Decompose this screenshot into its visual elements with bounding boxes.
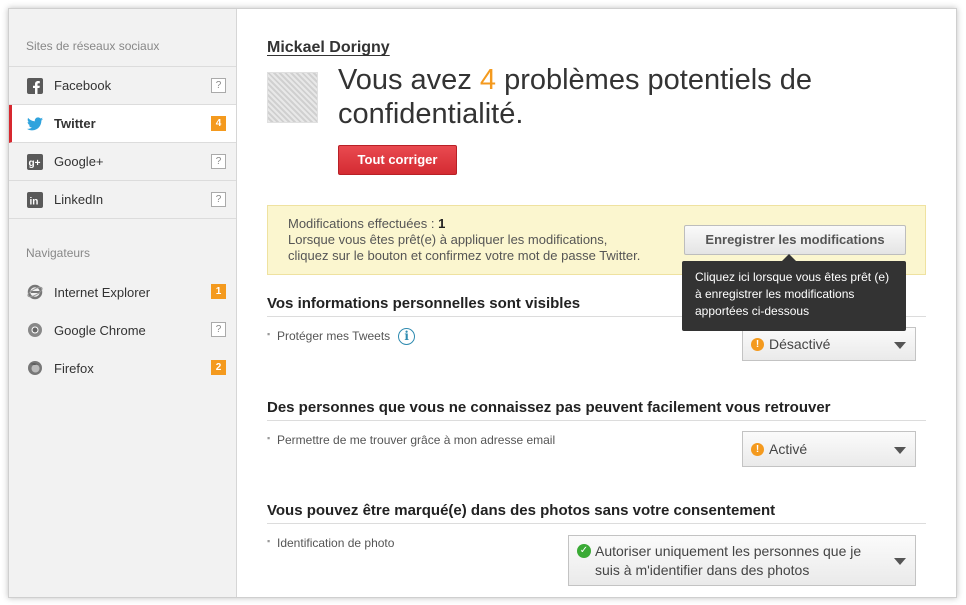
chevron-down-icon: [894, 447, 906, 454]
google-plus-icon: g+: [27, 153, 43, 170]
info-icon[interactable]: i: [398, 328, 416, 346]
fix-all-button[interactable]: Tout corriger: [338, 145, 457, 175]
sidebar-item-label: Twitter: [54, 116, 96, 131]
setting-label: Permettre de me trouver grâce à mon adre…: [267, 433, 555, 447]
save-tooltip: Cliquez ici lorsque vous êtes prêt (e) à…: [682, 254, 906, 331]
browsers-heading: Navigateurs: [26, 246, 91, 260]
photo-tagging-select[interactable]: ✓ Autoriser uniquement les personnes que…: [568, 535, 916, 586]
chevron-down-icon: [894, 558, 906, 565]
status-badge: ?: [211, 154, 226, 169]
setting-label: Identification de photo: [267, 536, 394, 550]
section-title: Des personnes que vous ne connaissez pas…: [267, 399, 926, 421]
section-title: Vous pouvez être marqué(e) dans des phot…: [267, 502, 926, 524]
internet-explorer-icon: [27, 284, 43, 300]
social-networks-section: Sites de réseaux sociaux Facebook ? Twit…: [9, 36, 236, 219]
issue-count: 4: [479, 64, 497, 96]
sidebar-item-twitter[interactable]: Twitter 4: [9, 105, 236, 143]
sidebar-item-linkedin[interactable]: in LinkedIn ?: [9, 181, 236, 219]
save-changes-button[interactable]: Enregistrer les modifications: [684, 225, 906, 255]
setting-row: Permettre de me trouver grâce à mon adre…: [267, 421, 926, 467]
changes-count: 1: [438, 216, 446, 231]
warning-icon: !: [751, 443, 764, 456]
sidebar-item-facebook[interactable]: Facebook ?: [9, 67, 236, 105]
warning-icon: !: [751, 338, 764, 351]
main-content: Mickael Dorigny Vous avez 4 problèmes po…: [237, 9, 956, 597]
browsers-section: Navigateurs Internet Explorer 1 Google C…: [9, 243, 236, 387]
sidebar-item-label: Google Chrome: [54, 322, 146, 338]
section-find-me: Des personnes que vous ne connaissez pas…: [267, 399, 926, 467]
app-window: Sites de réseaux sociaux Facebook ? Twit…: [8, 8, 957, 598]
sidebar-item-label: LinkedIn: [54, 192, 104, 207]
firefox-icon: [27, 360, 43, 376]
sidebar-item-label: Google+: [54, 154, 104, 169]
sidebar-item-firefox[interactable]: Firefox 2: [9, 349, 236, 387]
sidebar-item-label: Firefox: [54, 360, 94, 376]
facebook-icon: [27, 77, 43, 94]
chevron-down-icon: [894, 342, 906, 349]
status-badge: ?: [211, 78, 226, 93]
google-chrome-icon: [27, 322, 43, 338]
status-badge: ?: [211, 192, 226, 207]
svg-text:g+: g+: [29, 158, 41, 169]
setting-row: Identification de photo ✓ Autoriser uniq…: [267, 524, 926, 586]
check-icon: ✓: [577, 544, 591, 558]
twitter-icon: [27, 116, 43, 132]
status-badge: 1: [211, 284, 226, 299]
user-name-link[interactable]: Mickael Dorigny: [267, 39, 390, 57]
notice-text: Modifications effectuées : 1 Lorsque vou…: [288, 216, 641, 263]
linkedin-icon: in: [27, 191, 43, 208]
page-title: Vous avez 4 problèmes potentiels de conf…: [338, 64, 812, 130]
section-photo-tagging: Vous pouvez être marqué(e) dans des phot…: [267, 502, 926, 586]
avatar: [267, 72, 318, 123]
protect-tweets-select[interactable]: ! Désactivé: [742, 327, 916, 361]
status-badge: 4: [211, 116, 226, 131]
setting-label: Protéger mes Tweetsi: [267, 328, 416, 346]
sidebar-item-internet-explorer[interactable]: Internet Explorer 1: [9, 273, 236, 311]
svg-text:in: in: [30, 196, 39, 207]
status-badge: 2: [211, 360, 226, 375]
sidebar-item-label: Facebook: [54, 78, 112, 93]
social-networks-heading: Sites de réseaux sociaux: [26, 39, 160, 53]
sidebar-item-google-plus[interactable]: g+ Google+ ?: [9, 143, 236, 181]
sidebar-item-label: Internet Explorer: [54, 284, 151, 300]
sidebar-item-google-chrome[interactable]: Google Chrome ?: [9, 311, 236, 349]
sidebar: Sites de réseaux sociaux Facebook ? Twit…: [9, 9, 237, 597]
find-by-email-select[interactable]: ! Activé: [742, 431, 916, 467]
status-badge: ?: [211, 322, 226, 337]
